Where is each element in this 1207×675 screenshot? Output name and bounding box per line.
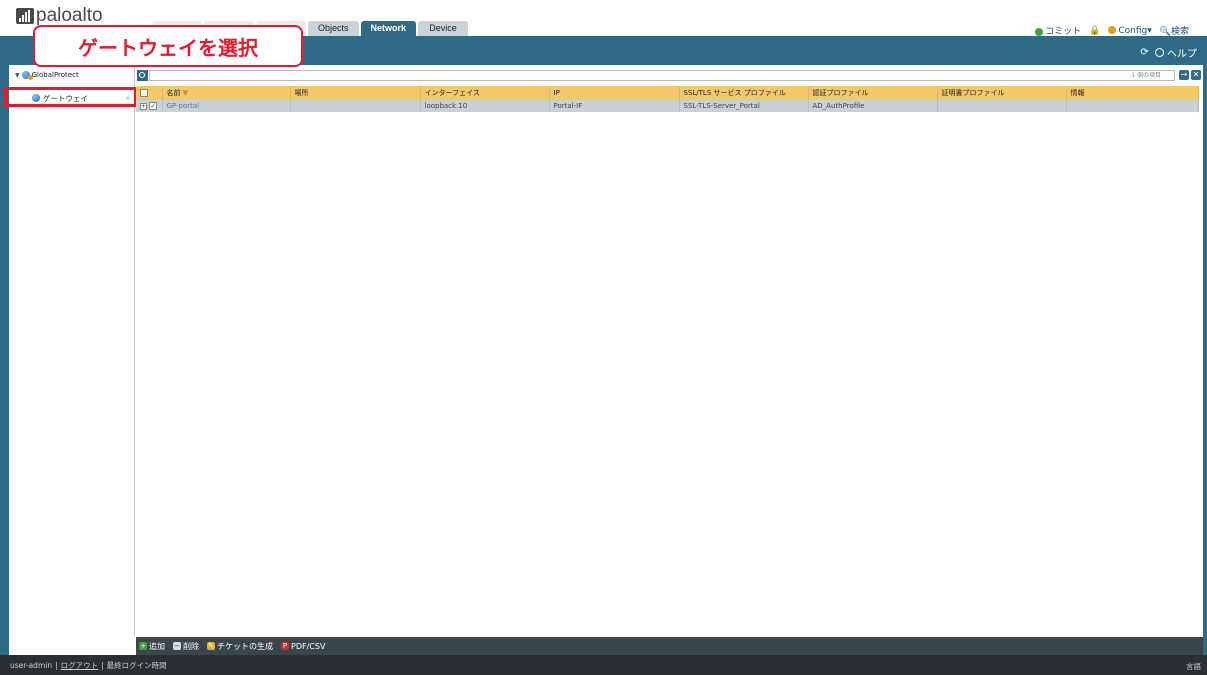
- highlight-box: [4, 87, 137, 107]
- main-panel: 1 個の項目 → ✕ 名前 ▼ 場所 インターフェイス IP SSL/TLS サ…: [136, 65, 1203, 637]
- table-header-row: 名前 ▼ 場所 インターフェイス IP SSL/TLS サービス プロファイル …: [136, 86, 1199, 100]
- tree-root-globalprotect[interactable]: ▼ GlobalProtect: [15, 71, 79, 80]
- col-ssl-profile[interactable]: SSL/TLS サービス プロファイル: [679, 86, 809, 100]
- cell-interface: loopback.10: [420, 100, 550, 112]
- select-all-header: [136, 86, 163, 100]
- separator: |: [101, 660, 104, 670]
- bottom-toolbar: + 追加 − 削除 ✎ チケットの生成 P PDF/CSV: [136, 637, 1203, 655]
- delete-button[interactable]: − 削除: [173, 641, 199, 652]
- generate-ticket-button[interactable]: ✎ チケットの生成: [207, 641, 273, 652]
- instruction-callout: ゲートウェイを選択: [33, 25, 303, 67]
- col-cert-profile[interactable]: 証明書プロファイル: [937, 86, 1067, 100]
- select-all-checkbox[interactable]: [140, 89, 148, 97]
- add-button[interactable]: + 追加: [139, 641, 165, 652]
- ticket-icon: ✎: [207, 642, 215, 650]
- tab-device[interactable]: Device: [418, 21, 469, 36]
- last-login-label: 最終ログイン時間: [106, 660, 167, 670]
- add-icon: +: [139, 642, 147, 650]
- sort-arrow-icon: ▼: [182, 89, 189, 97]
- help-area: ⟳ ヘルプ: [1140, 45, 1197, 60]
- username: user-admin: [10, 660, 53, 670]
- cell-cert-profile: [937, 100, 1067, 112]
- col-interface[interactable]: インターフェイス: [420, 86, 550, 100]
- config-menu[interactable]: Config▾: [1108, 26, 1152, 36]
- lock-icon[interactable]: 🔒: [1089, 26, 1100, 36]
- tab-network[interactable]: Network: [360, 21, 417, 36]
- left-border: [0, 65, 9, 657]
- expand-row-icon[interactable]: +: [140, 102, 147, 110]
- tab-objects[interactable]: Objects: [308, 21, 359, 36]
- col-location[interactable]: 場所: [290, 86, 421, 100]
- logout-link[interactable]: ログアウト: [61, 660, 99, 671]
- gateway-table: 名前 ▼ 場所 インターフェイス IP SSL/TLS サービス プロファイル …: [136, 86, 1199, 112]
- row-controls: + ✓: [136, 100, 163, 112]
- row-checkbox[interactable]: ✓: [149, 102, 158, 110]
- search-icon: [137, 69, 148, 81]
- cell-location: [290, 100, 421, 112]
- help-button[interactable]: ヘルプ: [1154, 45, 1197, 60]
- commit-icon: [1035, 27, 1044, 36]
- filter-input[interactable]: [149, 69, 1175, 81]
- right-border: [1203, 65, 1207, 657]
- apply-filter-button[interactable]: →: [1179, 70, 1189, 80]
- language-link[interactable]: 言語: [1186, 661, 1201, 672]
- clear-filter-button[interactable]: ✕: [1191, 70, 1201, 80]
- refresh-icon[interactable]: ⟳: [1140, 47, 1148, 58]
- col-name[interactable]: 名前 ▼: [162, 86, 291, 100]
- col-auth-profile[interactable]: 認証プロファイル: [808, 86, 938, 100]
- delete-icon: −: [173, 642, 181, 650]
- pdf-csv-button[interactable]: P PDF/CSV: [281, 642, 325, 651]
- cell-auth-profile: AD_AuthProfile: [808, 100, 938, 112]
- table-row[interactable]: + ✓ GP-portal loopback.10 Portal-IF SSL-…: [136, 100, 1199, 112]
- pdf-icon: P: [281, 642, 289, 650]
- config-icon: [1108, 26, 1117, 34]
- logo-text: paloalto: [36, 5, 103, 26]
- sidebar: ▼ GlobalProtect ゲートウェイ »: [9, 65, 136, 637]
- cell-info: [1066, 100, 1199, 112]
- cell-name[interactable]: GP-portal: [162, 100, 291, 112]
- status-bar: user-admin | ログアウト | 最終ログイン時間 言語: [0, 655, 1207, 675]
- col-info[interactable]: 情報: [1066, 86, 1199, 100]
- item-count: 1 個の項目: [1131, 72, 1161, 79]
- logo-mark-icon: [16, 8, 34, 24]
- paloalto-logo: paloalto: [16, 5, 103, 27]
- help-icon: [1154, 48, 1164, 57]
- cell-ssl-profile: SSL-TLS-Server_Portal: [679, 100, 809, 112]
- separator: |: [55, 660, 58, 670]
- cell-ip: Portal-IF: [549, 100, 680, 112]
- globalprotect-icon: [21, 71, 33, 80]
- filter-bar: 1 個の項目 → ✕: [136, 68, 1203, 82]
- col-ip[interactable]: IP: [549, 86, 680, 100]
- expand-triangle-icon[interactable]: ▼: [15, 72, 20, 79]
